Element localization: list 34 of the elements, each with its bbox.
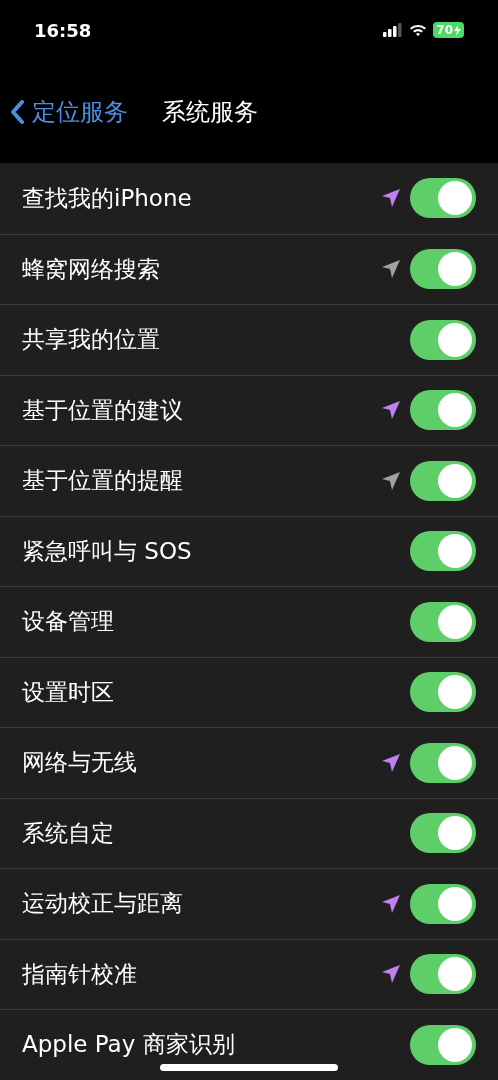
toggle-switch[interactable] [410, 813, 476, 854]
toggle-switch[interactable] [410, 742, 476, 783]
toggle-switch[interactable] [410, 883, 476, 924]
toggle-switch[interactable] [410, 672, 476, 713]
toggle-switch[interactable] [410, 460, 476, 501]
setting-label: 设备管理 [22, 607, 115, 637]
back-button[interactable]: 定位服务 [10, 95, 128, 128]
charging-icon [454, 24, 461, 36]
setting-label: 基于位置的建议 [22, 395, 184, 425]
setting-label: 网络与无线 [22, 748, 138, 778]
setting-label: 指南针校准 [22, 959, 138, 989]
setting-label: 系统自定 [22, 818, 115, 848]
toggle-switch[interactable] [410, 390, 476, 431]
setting-label: 共享我的位置 [22, 325, 161, 355]
toggle-switch[interactable] [410, 954, 476, 995]
setting-label: 紧急呼叫与 SOS [22, 536, 193, 566]
signal-icon [383, 23, 404, 37]
setting-label: 基于位置的提醒 [22, 466, 184, 496]
setting-label: 运动校正与距离 [22, 889, 184, 919]
toggle-switch[interactable] [410, 178, 476, 219]
setting-label: 设置时区 [22, 677, 115, 707]
toggle-switch[interactable] [410, 531, 476, 572]
back-chevron-icon [10, 99, 24, 124]
toggle-switch[interactable] [410, 601, 476, 642]
setting-label: Apple Pay 商家识别 [22, 1030, 236, 1060]
status-time: 16:58 [34, 19, 92, 41]
wifi-icon [409, 23, 428, 37]
toggle-switch[interactable] [410, 319, 476, 360]
page-title: 系统服务 [162, 96, 258, 128]
toggle-switch[interactable] [410, 249, 476, 290]
setting-label: 查找我的iPhone [22, 183, 193, 213]
battery-level: 70 [433, 22, 464, 38]
toggle-switch[interactable] [410, 1024, 476, 1065]
setting-label: 蜂窝网络搜索 [22, 254, 161, 284]
